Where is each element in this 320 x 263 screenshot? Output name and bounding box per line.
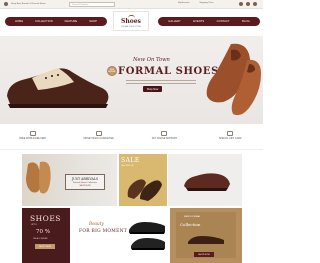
top-bar: Shop Best Brands Of Formal Shoes Search …: [0, 0, 263, 9]
feature-label: 24/7 ONLINE SUPPORT: [151, 138, 178, 140]
hero-shop-now-button[interactable]: Shop Now: [143, 86, 162, 92]
feature-support: 24/7 ONLINE SUPPORT: [132, 131, 198, 147]
new-arrival-badge: NEW ARRIVAL: [107, 66, 117, 76]
top-bar-left: Shop Best Brands Of Formal Shoes: [4, 2, 46, 6]
shoes-percent: 70 %: [36, 229, 50, 235]
promo-sale[interactable]: SALE Upto 50% Off: [119, 154, 167, 206]
mail-icon: [4, 2, 8, 6]
headset-icon: [161, 131, 168, 136]
hero-shoe-right: [206, 43, 261, 116]
moment-script: Beauty: [89, 221, 104, 226]
search-placeholder: Search Products...: [72, 3, 90, 6]
search-input[interactable]: Search Products...: [69, 2, 115, 7]
arrivals-title: JUST ARRIVALS: [71, 177, 99, 181]
site-logo[interactable]: Shoes FORMAL SHOE STORE: [113, 11, 149, 31]
truck-icon: [29, 131, 36, 136]
account-link[interactable]: My Account: [178, 2, 189, 5]
feature-label: MONEY BACK GUARANTEE: [83, 138, 114, 140]
sale-sub: Upto 50% Off: [121, 165, 134, 167]
nav-item-shop[interactable]: SHOP: [89, 20, 97, 23]
collection-title: Collection: [180, 222, 201, 227]
moment-title: FOR BIG MOMENT: [79, 229, 127, 234]
logo-word: Shoes: [121, 17, 141, 25]
user-icon[interactable]: [239, 2, 243, 6]
nav-item-collection[interactable]: COLLECTION: [35, 20, 53, 23]
collection-shoe-image: [188, 236, 224, 244]
promo-shoes-image: [26, 161, 51, 194]
loafer-image: [184, 173, 230, 191]
feature-label: FREE WORLD DELIVERY: [19, 138, 47, 140]
collection-shop-button[interactable]: SHOP NOW: [194, 252, 214, 257]
logo-tagline: FORMAL SHOE STORE: [121, 25, 141, 28]
nav-left: HOME COLLECTION FEATURE SHOP: [5, 17, 107, 26]
feature-delivery: FREE WORLD DELIVERY: [0, 131, 66, 147]
moment-shoes-image: [129, 222, 165, 250]
promo-shoes-discount[interactable]: SHOES UPTO 70 % ON ALL SHOES SHOP NOW: [22, 208, 70, 263]
feature-strip: FREE WORLD DELIVERY MONEY BACK GUARANTEE…: [0, 131, 263, 147]
promo-collection[interactable]: MEN'S FORMAL Collection SHOP NOW: [170, 208, 242, 263]
nav-item-home[interactable]: HOME: [15, 20, 23, 23]
promo-loafer[interactable]: [168, 154, 242, 206]
header-icons: [239, 2, 257, 6]
hero-banner: NEW ARRIVAL New On Town FORMAL SHOES Sho…: [0, 36, 263, 124]
cart-icon[interactable]: [253, 2, 257, 6]
sale-shoes-image: [127, 179, 162, 201]
gift-icon: [227, 131, 234, 136]
nav-item-events[interactable]: EVENTS: [193, 20, 204, 23]
feature-gift: SPECIAL GIFT CARD: [197, 131, 263, 147]
arrivals-sub: Formal Shoes Collection: [73, 182, 97, 184]
hero-kicker: New On Town: [133, 57, 170, 63]
nav-item-gallery[interactable]: GALLERY: [168, 20, 181, 23]
feature-money-back: MONEY BACK GUARANTEE: [66, 131, 132, 147]
account-links: My Account Shipping Price: [178, 2, 213, 5]
nav-item-blog[interactable]: BLOG: [242, 20, 250, 23]
arrivals-link[interactable]: SHOP NOW: [67, 185, 103, 187]
hero-shoe-left: [7, 68, 109, 108]
nav-right: GALLERY EVENTS CONTACT BLOG: [158, 17, 260, 26]
shoes-shop-button[interactable]: SHOP NOW: [35, 244, 55, 249]
wishlist-icon[interactable]: [246, 2, 250, 6]
collection-sub: MEN'S FORMAL: [184, 216, 201, 218]
shoes-upto: UPTO: [31, 224, 37, 226]
nav-item-contact[interactable]: CONTACT: [217, 20, 230, 23]
promo-just-arrivals[interactable]: JUST ARRIVALS Formal Shoes Collection SH…: [22, 154, 117, 206]
shoes-title: SHOES: [30, 214, 61, 223]
money-icon: [95, 131, 102, 136]
arrivals-card: JUST ARRIVALS Formal Shoes Collection SH…: [65, 174, 105, 190]
promo-big-moment[interactable]: Beauty FOR BIG MOMENT: [71, 208, 169, 263]
shoes-sub: ON ALL SHOES: [33, 238, 48, 240]
welcome-text: Shop Best Brands Of Formal Shoes: [11, 2, 46, 5]
sale-title: SALE: [121, 157, 140, 164]
shipping-link[interactable]: Shipping Price: [199, 2, 213, 5]
divider: [0, 149, 263, 150]
nav-item-feature[interactable]: FEATURE: [65, 20, 78, 23]
feature-label: SPECIAL GIFT CARD: [218, 138, 242, 140]
